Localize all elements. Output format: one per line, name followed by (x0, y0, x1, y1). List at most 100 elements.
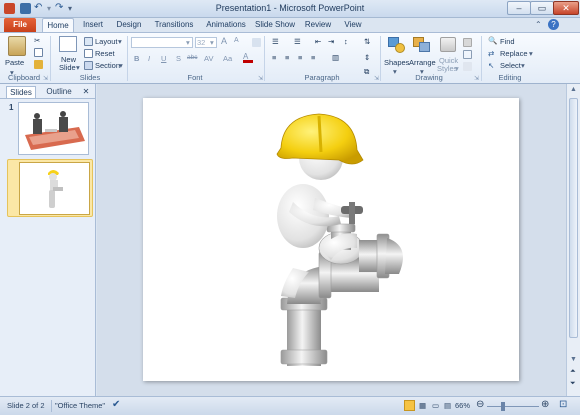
text-shadow-button[interactable]: S (176, 54, 181, 63)
grow-font-icon[interactable]: A (221, 36, 227, 46)
replace-dropdown-icon[interactable]: ▾ (529, 49, 533, 58)
new-slide-icon[interactable] (59, 36, 77, 52)
scroll-up-icon[interactable]: ▲ (570, 86, 577, 93)
tab-slides[interactable]: Slides (6, 86, 36, 98)
change-case-button[interactable]: Aa (223, 54, 232, 63)
increase-indent-icon[interactable]: ⇥ (328, 37, 334, 46)
minimize-button[interactable]: – (507, 1, 531, 15)
layout-button[interactable]: Layout (95, 37, 118, 46)
find-button[interactable]: Find (500, 37, 515, 46)
cut-icon[interactable]: ✂ (34, 36, 40, 45)
justify-icon[interactable]: ≡ (311, 53, 315, 62)
help-icon[interactable]: ? (548, 19, 559, 30)
maximize-button[interactable]: ▭ (530, 1, 554, 15)
tab-design[interactable]: Design (113, 18, 145, 32)
shapes-button[interactable]: Shapes (384, 58, 409, 67)
normal-view-icon[interactable] (404, 400, 415, 411)
layout-icon[interactable] (84, 37, 93, 46)
tab-transitions[interactable]: Transitions (150, 18, 198, 32)
scroll-down-icon[interactable]: ▼ (570, 356, 577, 363)
slide-thumbnail-2-selection[interactable] (7, 159, 93, 217)
previous-slide-icon[interactable]: ⏶ (570, 368, 576, 376)
select-icon[interactable]: ↖ (488, 61, 494, 70)
shape-fill-icon[interactable] (463, 38, 472, 47)
italic-button[interactable]: I (148, 54, 150, 63)
align-text-icon[interactable]: ⇕ (364, 53, 370, 62)
columns-icon[interactable]: ▥ (332, 53, 339, 62)
shape-outline-icon[interactable] (463, 50, 472, 59)
align-center-icon[interactable]: ≡ (285, 53, 289, 62)
tab-review[interactable]: Review (302, 18, 334, 32)
arrange-icon[interactable] (413, 37, 431, 53)
tab-slide-show[interactable]: Slide Show (254, 18, 296, 32)
font-color-icon[interactable]: A (243, 53, 253, 63)
drawing-launcher-icon[interactable]: ⇲ (474, 75, 479, 82)
reading-view-icon[interactable]: ▭ (432, 401, 439, 410)
text-direction-icon[interactable]: ⇅ (364, 37, 370, 46)
zoom-out-icon[interactable]: ⊖ (476, 399, 484, 410)
close-pane-button[interactable]: ✕ (80, 86, 92, 98)
select-dropdown-icon[interactable]: ▾ (521, 61, 525, 70)
format-painter-icon[interactable] (34, 60, 43, 69)
line-spacing-icon[interactable]: ↕ (344, 37, 348, 46)
shapes-icon[interactable] (388, 37, 406, 53)
tab-animations[interactable]: Animations (202, 18, 250, 32)
tab-home[interactable]: Home (42, 18, 74, 32)
new-slide-label-2[interactable]: Slide (59, 63, 76, 72)
shrink-font-icon[interactable]: A (234, 37, 239, 44)
tab-insert[interactable]: Insert (78, 18, 108, 32)
layout-dropdown-icon[interactable]: ▾ (118, 37, 122, 46)
replace-icon[interactable]: ⇄ (488, 49, 494, 58)
reset-button[interactable]: Reset (95, 49, 115, 58)
quick-styles-icon[interactable] (440, 37, 456, 52)
underline-button[interactable]: U (161, 54, 166, 63)
zoom-in-icon[interactable]: ⊕ (541, 399, 549, 410)
character-spacing-button[interactable]: AV (204, 54, 213, 63)
next-slide-icon[interactable]: ⏷ (570, 380, 576, 388)
section-dropdown-icon[interactable]: ▾ (119, 61, 123, 70)
slide-sorter-icon[interactable]: ▦ (419, 401, 426, 410)
minimize-ribbon-icon[interactable]: ⌃ (535, 20, 542, 29)
font-name-combobox[interactable] (131, 37, 193, 48)
copy-icon[interactable] (34, 48, 43, 57)
strikethrough-button[interactable]: abc (187, 54, 197, 61)
paste-button[interactable]: Paste (5, 58, 24, 67)
scroll-thumb[interactable] (569, 98, 578, 338)
spell-check-icon[interactable]: ✔ (112, 399, 120, 410)
decrease-indent-icon[interactable]: ⇤ (315, 37, 321, 46)
paste-icon[interactable] (8, 36, 26, 56)
section-button[interactable]: Section (95, 61, 120, 70)
quick-styles-dropdown-icon[interactable]: ▾ (455, 64, 459, 73)
font-size-dropdown-icon[interactable]: ▾ (210, 38, 214, 47)
bold-button[interactable]: B (134, 54, 139, 63)
theme-status[interactable]: "Office Theme" (55, 401, 105, 410)
tab-view[interactable]: View (340, 18, 366, 32)
bullets-icon[interactable]: ☰ (272, 37, 279, 46)
numbering-icon[interactable]: ☰ (294, 37, 301, 46)
zoom-slider-thumb[interactable] (501, 402, 506, 411)
new-slide-dropdown-icon[interactable]: ▾ (76, 63, 80, 72)
font-launcher-icon[interactable]: ⇲ (258, 75, 263, 82)
clear-formatting-icon[interactable] (252, 38, 261, 47)
fit-to-window-icon[interactable]: ⊡ (559, 399, 567, 410)
slide-thumbnail-1[interactable] (18, 102, 89, 155)
align-left-icon[interactable]: ≡ (272, 53, 276, 62)
zoom-level[interactable]: 66% (455, 401, 470, 410)
section-icon[interactable] (84, 61, 93, 70)
select-button[interactable]: Select (500, 61, 521, 70)
paragraph-launcher-icon[interactable]: ⇲ (374, 75, 379, 82)
font-name-dropdown-icon[interactable]: ▾ (186, 38, 190, 47)
find-icon[interactable]: 🔍 (488, 36, 497, 45)
vertical-scrollbar[interactable]: ▲ ▼ ⏶ ⏷ (566, 84, 580, 396)
tab-file[interactable]: File (4, 18, 36, 32)
tab-outline[interactable]: Outline (42, 86, 76, 98)
close-button[interactable]: ✕ (553, 1, 579, 15)
replace-button[interactable]: Replace (500, 49, 528, 58)
clipboard-launcher-icon[interactable]: ⇲ (43, 75, 48, 82)
align-right-icon[interactable]: ≡ (298, 53, 302, 62)
slide-canvas[interactable] (143, 98, 519, 381)
shape-effects-icon[interactable] (463, 62, 472, 71)
slide-show-icon[interactable]: ▤ (444, 401, 451, 410)
arrange-button[interactable]: Arrange (409, 58, 436, 67)
reset-icon[interactable] (84, 49, 93, 58)
